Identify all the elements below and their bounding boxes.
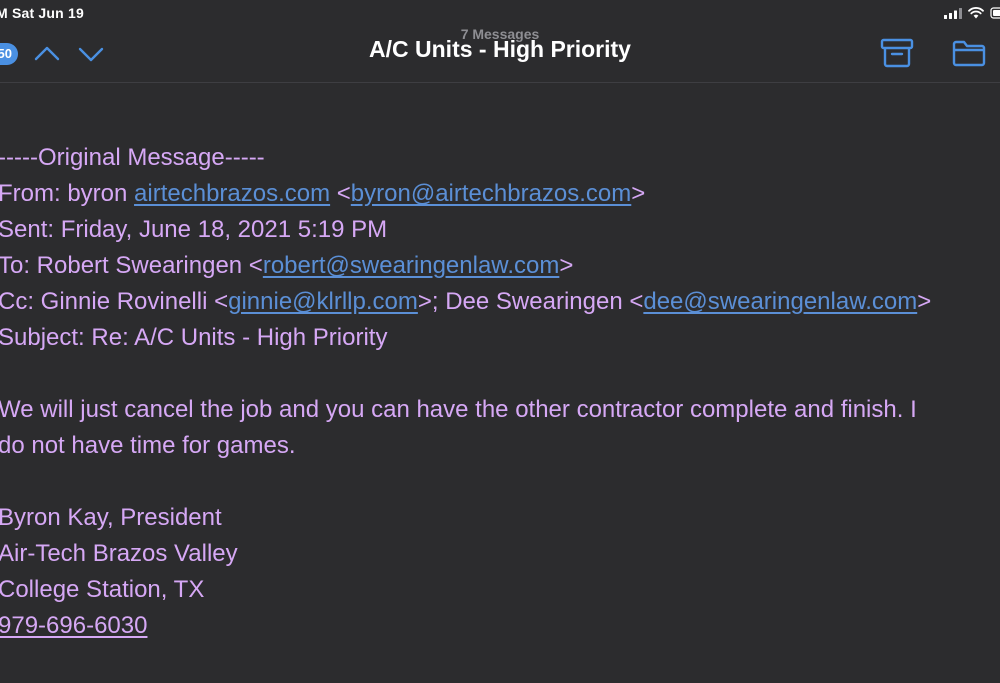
to-line: To: Robert Swearingen <robert@swearingen… xyxy=(0,248,1000,284)
cellular-signal-icon xyxy=(944,7,962,19)
cc-separator: >; Dee Swearingen < xyxy=(417,288,644,315)
thread-title: A/C Units - High Priority xyxy=(369,36,631,62)
to-close-bracket: > xyxy=(559,252,574,279)
from-close-bracket: > xyxy=(631,180,646,207)
archive-icon[interactable] xyxy=(880,38,914,68)
move-to-folder-icon[interactable] xyxy=(952,38,986,68)
cc-close-bracket: > xyxy=(917,288,932,315)
subject-line: Subject: Re: A/C Units - High Priority xyxy=(0,324,388,351)
cc-email-link-2[interactable]: dee@swearingenlaw.com xyxy=(643,288,917,315)
mail-screen: M Sat Jun 19 50 7 Messages A/C Units - H… xyxy=(0,0,1000,683)
sent-line: Sent: Friday, June 18, 2021 5:19 PM xyxy=(0,216,388,243)
body-text-line-1: We will just cancel the job and you can … xyxy=(0,396,917,423)
sender-email-link[interactable]: byron@airtechbrazos.com xyxy=(351,180,631,207)
from-open-bracket: < xyxy=(330,180,351,207)
nav-bar: 50 7 Messages A/C Units - High Priority xyxy=(0,26,1000,83)
from-line: From: byron airtechbrazos.com <byron@air… xyxy=(0,176,1000,212)
body-text-line-2: do not have time for games. xyxy=(0,432,296,459)
cc-email-link-1[interactable]: ginnie@klrllp.com xyxy=(228,288,418,315)
signature-phone-line: 979-696-6030 xyxy=(0,608,1000,644)
to-label: To: Robert Swearingen < xyxy=(0,252,263,279)
wifi-icon xyxy=(968,7,984,19)
status-bar: M Sat Jun 19 xyxy=(0,0,1000,26)
status-time: M Sat Jun 19 xyxy=(0,5,84,21)
recipient-email-link[interactable]: robert@swearingenlaw.com xyxy=(263,252,560,279)
signature-location: College Station, TX xyxy=(0,576,205,603)
cc-line: Cc: Ginnie Rovinelli <ginnie@klrllp.com>… xyxy=(0,284,1000,320)
message-body: -----Original Message----- From: byron a… xyxy=(0,140,1000,644)
original-message-divider: -----Original Message----- xyxy=(0,144,265,171)
cc-label: Cc: Ginnie Rovinelli < xyxy=(0,288,229,315)
phone-number-link[interactable]: 979-696-6030 xyxy=(0,612,147,639)
status-icons xyxy=(944,7,1000,19)
signature-company: Air-Tech Brazos Valley xyxy=(0,540,238,567)
signature-name: Byron Kay, President xyxy=(0,504,222,531)
from-label: From: byron xyxy=(0,180,135,207)
sender-domain-link[interactable]: airtechbrazos.com xyxy=(134,180,330,207)
battery-icon xyxy=(990,7,1000,19)
thread-header: 7 Messages A/C Units - High Priority xyxy=(0,26,1000,62)
